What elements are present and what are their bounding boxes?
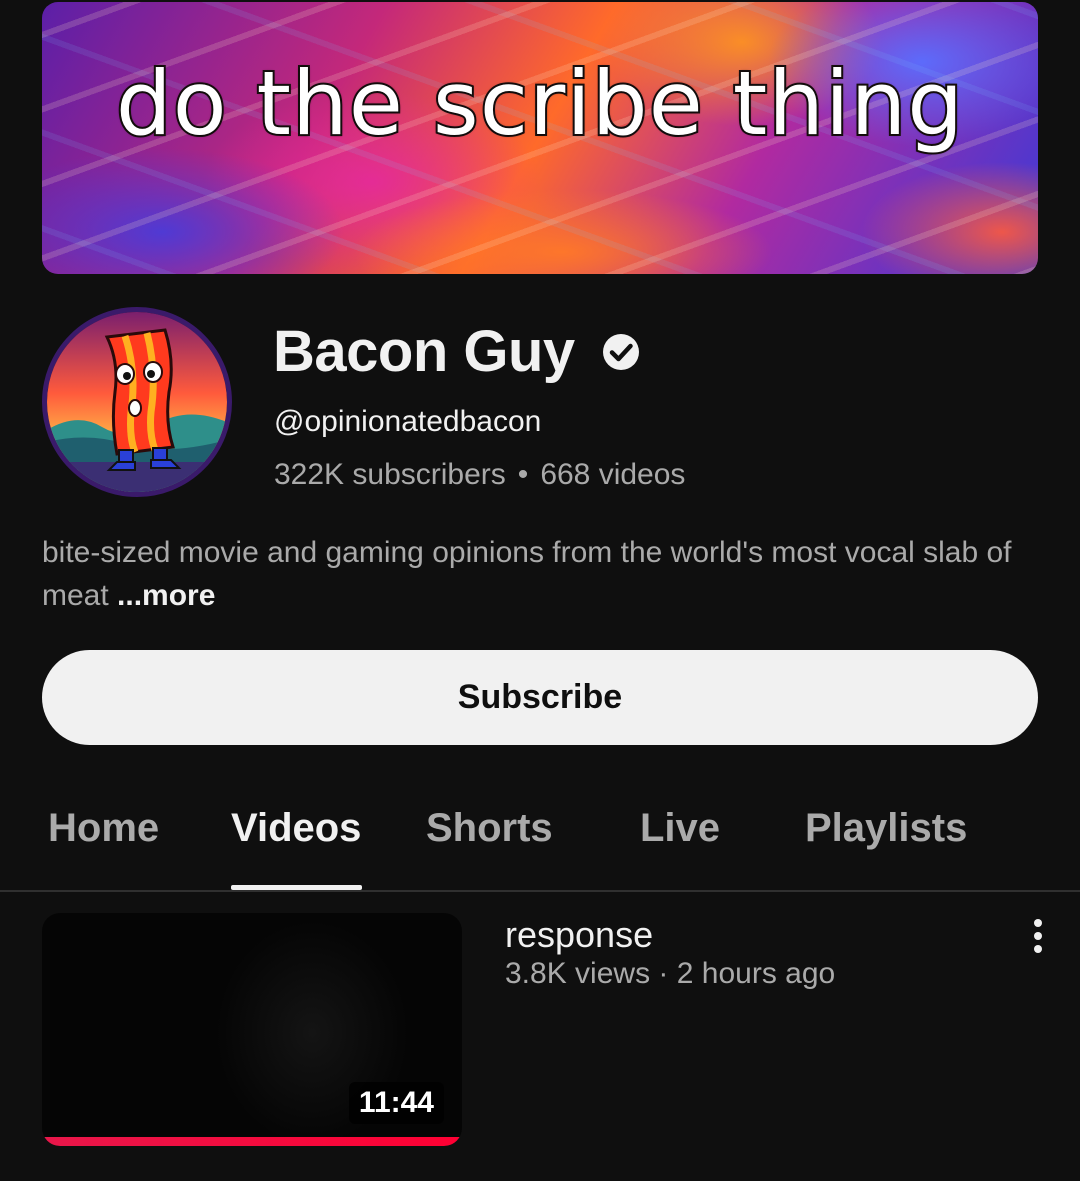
tab-playlists[interactable]: Playlists [805, 806, 967, 851]
verified-check-icon [603, 334, 639, 370]
video-thumbnail[interactable]: 11:44 [42, 913, 462, 1146]
description-more-link[interactable]: ...more [117, 579, 215, 612]
channel-handle: @opinionatedbacon [274, 405, 542, 438]
channel-avatar[interactable] [42, 307, 232, 497]
video-age: 2 hours ago [676, 957, 836, 990]
tab-shorts[interactable]: Shorts [426, 806, 553, 851]
video-title[interactable]: response [505, 914, 653, 956]
channel-banner: do the scribe thing [42, 2, 1038, 274]
stats-separator: • [517, 458, 529, 491]
subscriber-count: 322K subscribers [274, 458, 506, 491]
video-count: 668 videos [540, 458, 686, 491]
channel-page: do the scribe thing Bacon Guy @opinionat… [0, 0, 1080, 1181]
active-tab-indicator [231, 885, 362, 890]
video-meta: 3.8K views · 2 hours ago [505, 957, 835, 991]
meta-separator: · [658, 957, 669, 990]
tab-videos[interactable]: Videos [231, 806, 361, 851]
banner-text: do the scribe thing [114, 50, 965, 157]
bacon-character-avatar-icon [47, 312, 227, 492]
video-views: 3.8K views [505, 957, 651, 990]
more-options-icon[interactable] [1020, 916, 1056, 956]
subscribe-button[interactable]: Subscribe [42, 650, 1038, 745]
tab-home[interactable]: Home [48, 806, 159, 851]
video-duration: 11:44 [348, 1082, 444, 1124]
watch-progress-bar [42, 1137, 462, 1146]
channel-tabs: Home Videos Shorts Live Playlists [0, 790, 1080, 892]
channel-stats: 322K subscribers • 668 videos [274, 458, 685, 492]
tab-live[interactable]: Live [640, 806, 720, 851]
channel-description[interactable]: bite-sized movie and gaming opinions fro… [42, 531, 1032, 617]
channel-name: Bacon Guy [273, 319, 575, 384]
